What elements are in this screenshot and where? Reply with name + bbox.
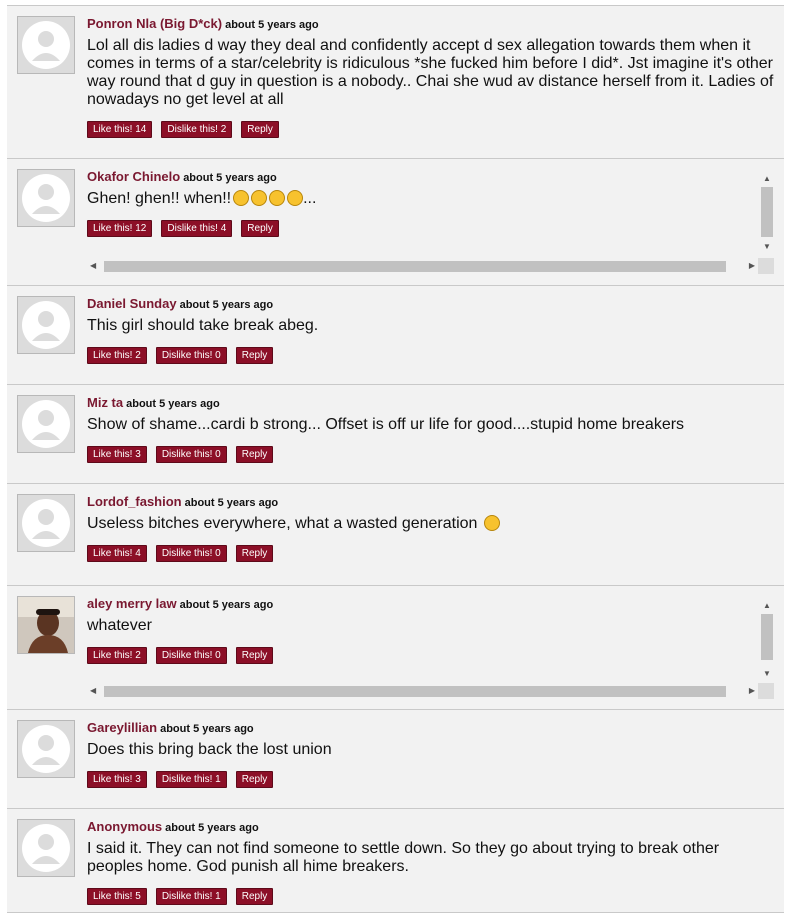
default-avatar-icon [17,720,75,778]
reply-button[interactable]: Reply [235,771,274,788]
comment-timestamp: about 5 years ago [184,497,279,509]
eye-roll-emoji-icon [269,190,286,206]
default-avatar-icon [17,296,75,354]
comment-text: Useless bitches everywhere, what a waste… [87,515,478,532]
comment-timestamp: about 5 years ago [160,723,254,735]
default-avatar-icon [17,494,75,552]
reply-button[interactable]: Reply [241,121,279,138]
comment-item: Daniel Sunday about 5 years ago This girl… [7,285,784,384]
like-button[interactable]: Like this! 4 [87,545,147,562]
dislike-button[interactable]: Dislike this! 0 [155,545,227,562]
reply-button[interactable]: Reply [235,446,274,463]
like-button[interactable]: Like this! 14 [87,121,153,138]
comment-text: Does this bring back the lost union [87,741,332,758]
scroll-up-arrow-icon[interactable]: ▲ [763,602,771,610]
reply-button[interactable]: Reply [241,220,279,237]
reply-button[interactable]: Reply [235,647,274,664]
list-bottom-divider [7,912,784,913]
comment-item: aley merry law about 5 years ago whatever… [7,585,784,709]
comment-text: I said it. They can not find someone to … [87,840,720,875]
scroll-left-arrow-icon[interactable]: ◀ [90,262,96,270]
scroll-up-arrow-icon[interactable]: ▲ [763,175,771,183]
comment-text: Show of shame...cardi b strong... Offset… [87,416,685,433]
comment-item: Okafor Chinelo about 5 years ago Ghen! gh… [7,158,784,285]
comment-timestamp: about 5 years ago [225,19,319,31]
reply-button[interactable]: Reply [235,888,274,905]
comment-timestamp: about 5 years ago [183,172,277,184]
dislike-button[interactable]: Dislike this! 0 [155,647,227,664]
thinking-emoji-icon [287,190,304,206]
crying-emoji-icon [483,515,500,531]
dislike-button[interactable]: Dislike this! 2 [161,121,233,138]
scroll-right-arrow-icon[interactable]: ▶ [749,687,755,695]
scrollbar-thumb[interactable] [761,614,773,660]
like-button[interactable]: Like this! 5 [87,888,147,905]
comment-username[interactable]: Gareylillian [87,720,157,735]
scrollbar-corner [758,258,774,274]
user-photo-avatar[interactable] [17,596,75,654]
horizontal-scrollbar[interactable]: ◀ ▶ [87,684,758,698]
default-avatar-icon [17,819,75,877]
comment-text-suffix: ... [303,190,317,207]
comment-text: whatever [87,617,152,634]
comment-item: Anonymous about 5 years ago I said it. Th… [7,808,784,913]
comment-username[interactable]: aley merry law [87,596,177,611]
comment-timestamp: about 5 years ago [165,822,259,834]
comment-item: Miz ta about 5 years ago Show of shame...… [7,384,784,483]
vertical-scrollbar[interactable]: ▲ ▼ [760,600,774,680]
comment-timestamp: about 5 years ago [126,398,220,410]
horizontal-scrollbar[interactable]: ◀ ▶ [87,259,758,273]
scroll-left-arrow-icon[interactable]: ◀ [90,687,96,695]
scrollbar-thumb[interactable] [104,686,726,697]
eye-roll-emoji-icon [233,190,250,206]
scrollbar-thumb[interactable] [761,187,773,237]
comment-username[interactable]: Anonymous [87,819,162,834]
comment-username[interactable]: Miz ta [87,395,123,410]
comment-text: Lol all dis ladies d way they deal and c… [87,37,774,108]
vertical-scrollbar[interactable]: ▲ ▼ [760,173,774,253]
comment-username[interactable]: Lordof_fashion [87,494,182,509]
default-avatar-icon [17,169,75,227]
comment-text: This girl should take break abeg. [87,317,319,334]
dislike-button[interactable]: Dislike this! 0 [155,347,227,364]
comments-list: Ponron Nla (Big D*ck) about 5 years ago L… [7,5,784,913]
dislike-button[interactable]: Dislike this! 4 [161,220,233,237]
comment-timestamp: about 5 years ago [179,299,274,311]
default-avatar-icon [17,395,75,453]
like-button[interactable]: Like this! 2 [87,647,147,664]
like-button[interactable]: Like this! 3 [87,446,147,463]
like-button[interactable]: Like this! 2 [87,347,147,364]
like-button[interactable]: Like this! 3 [87,771,147,788]
dislike-button[interactable]: Dislike this! 1 [155,888,227,905]
dislike-button[interactable]: Dislike this! 0 [155,446,227,463]
default-avatar-icon [17,16,75,74]
comment-username[interactable]: Ponron Nla (Big D*ck) [87,16,222,31]
comment-item: Ponron Nla (Big D*ck) about 5 years ago L… [7,5,784,158]
reply-button[interactable]: Reply [235,545,274,562]
comment-username[interactable]: Daniel Sunday [87,296,177,311]
scroll-right-arrow-icon[interactable]: ▶ [749,262,755,270]
scroll-down-arrow-icon[interactable]: ▼ [763,670,771,678]
comment-username[interactable]: Okafor Chinelo [87,169,180,184]
scrollbar-thumb[interactable] [104,261,726,272]
scroll-down-arrow-icon[interactable]: ▼ [763,243,771,251]
eye-roll-emoji-icon [251,190,268,206]
scrollbar-corner [758,683,774,699]
reply-button[interactable]: Reply [235,347,274,364]
like-button[interactable]: Like this! 12 [87,220,153,237]
comment-text: Ghen! ghen!! when!! [87,190,232,207]
dislike-button[interactable]: Dislike this! 1 [155,771,227,788]
comment-timestamp: about 5 years ago [179,599,274,611]
comment-item: Gareylillian about 5 years ago Does this … [7,709,784,808]
comment-item: Lordof_fashion about 5 years ago Useless … [7,483,784,585]
